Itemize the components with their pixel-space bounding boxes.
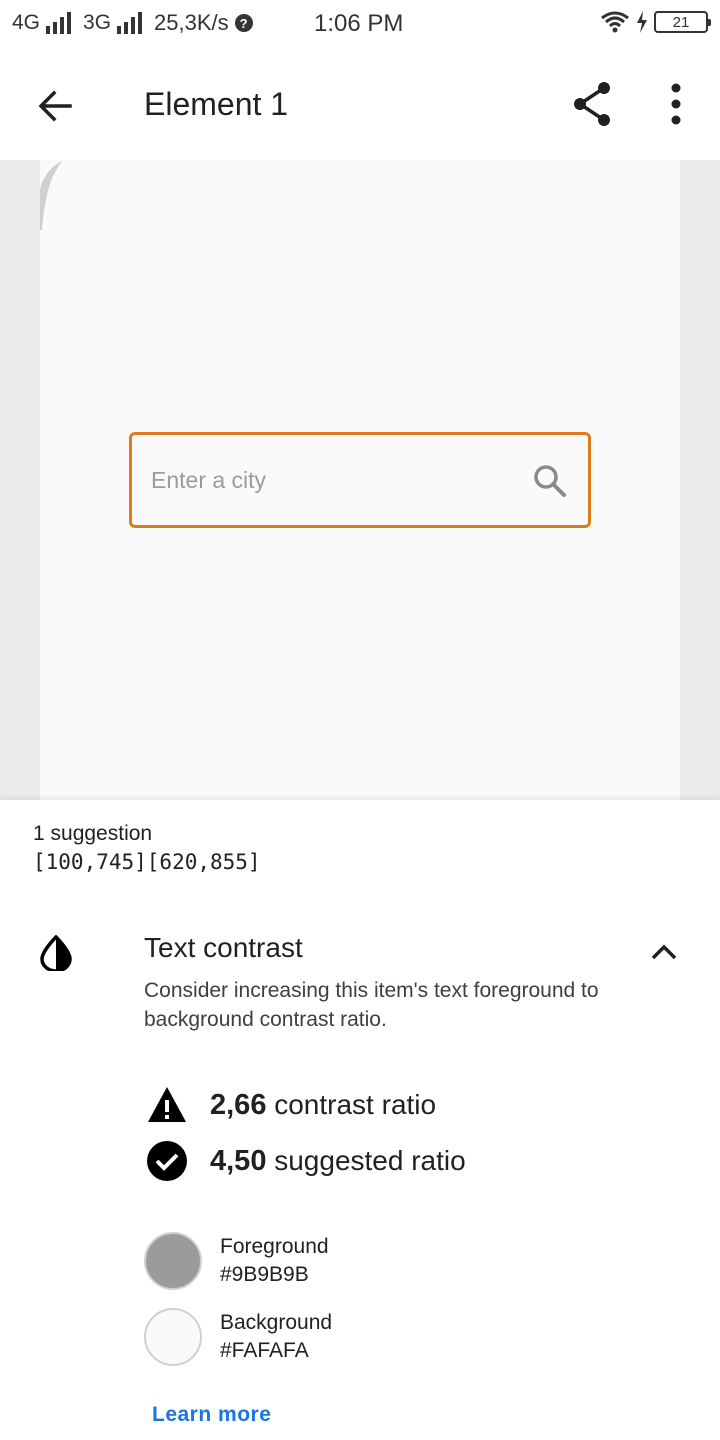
section-description: Consider increasing this item's text for… <box>144 979 599 1031</box>
wifi-icon <box>601 11 629 33</box>
chevron-up-icon[interactable] <box>644 936 684 968</box>
element-bounds: [100,745][620,855] <box>33 850 261 874</box>
network-label-2: 3G <box>83 11 112 34</box>
background-row: Background #FAFAFA <box>144 1308 332 1366</box>
help-icon: ? <box>234 14 253 32</box>
current-ratio-value: 2,66 <box>210 1088 267 1121</box>
learn-more-link[interactable]: Learn more <box>152 1403 271 1427</box>
app-bar: Element 1 <box>0 52 720 160</box>
section-title: Text contrast <box>144 932 303 963</box>
foreground-swatch <box>144 1232 202 1290</box>
status-time: 1:06 PM <box>314 10 404 37</box>
background-label: Background <box>220 1311 333 1334</box>
background-swatch <box>144 1308 202 1366</box>
suggestions-sheet: 1 suggestion [100,745][620,855] Text con… <box>0 800 720 1440</box>
signal-icon <box>46 12 72 34</box>
search-icon <box>534 465 566 497</box>
screenshot-preview: Enter a city <box>0 160 720 800</box>
charging-icon <box>637 11 647 33</box>
network-speed: 25,3K/s <box>154 10 229 35</box>
page-title: Element 1 <box>144 86 289 122</box>
corner-decoration <box>40 160 62 230</box>
warning-icon <box>148 1087 186 1122</box>
suggestion-count: 1 suggestion <box>33 822 153 845</box>
city-input-placeholder: Enter a city <box>151 467 267 493</box>
share-icon[interactable] <box>566 78 618 130</box>
network-label-1: 4G <box>12 11 41 34</box>
back-arrow-icon[interactable] <box>30 80 82 132</box>
status-bar: 4G 3G 25,3K/s ? 1:06 PM 21 <box>0 0 720 52</box>
check-circle-icon <box>147 1141 187 1181</box>
more-vert-icon[interactable] <box>654 78 698 130</box>
foreground-hex: #9B9B9B <box>220 1263 309 1286</box>
suggested-ratio-value: 4,50 <box>210 1144 267 1177</box>
battery-icon: 21 <box>654 11 711 33</box>
current-ratio-row: 2,66 contrast ratio <box>146 1084 436 1126</box>
status-right: 21 <box>600 10 711 34</box>
signal-icon <box>117 12 143 34</box>
current-ratio-label: contrast ratio <box>274 1088 437 1120</box>
highlighted-search-field[interactable]: Enter a city <box>129 432 591 528</box>
contrast-icon <box>40 935 72 971</box>
suggested-ratio-row: 4,50 suggested ratio <box>146 1140 466 1182</box>
suggested-ratio-label: suggested ratio <box>274 1144 466 1176</box>
battery-level: 21 <box>672 13 690 31</box>
background-hex: #FAFAFA <box>220 1339 309 1362</box>
foreground-row: Foreground #9B9B9B <box>144 1232 329 1290</box>
foreground-label: Foreground <box>220 1235 329 1258</box>
status-left: 4G 3G 25,3K/s ? <box>12 10 253 36</box>
